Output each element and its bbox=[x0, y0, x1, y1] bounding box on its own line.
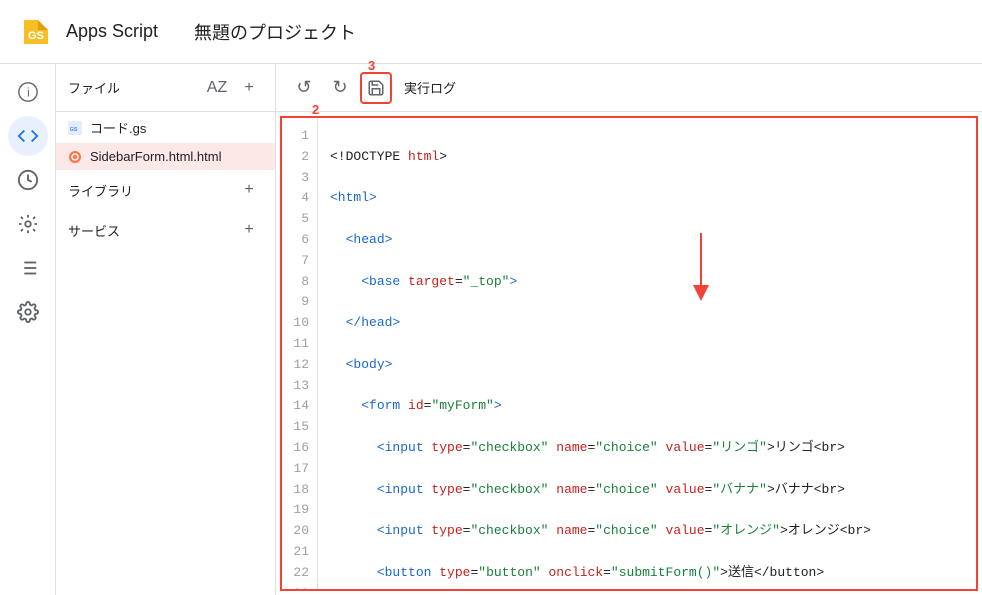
apps-script-logo-icon: GS bbox=[16, 12, 56, 52]
library-label: ライブラリ bbox=[68, 181, 133, 200]
file-panel: ファイル AZ + GS コード.gs SidebarForm.html.htm… bbox=[56, 64, 276, 595]
add-file-button[interactable]: + bbox=[235, 74, 263, 102]
badge-3-annotation: 3 bbox=[368, 58, 375, 73]
save-button-wrapper: 3 bbox=[360, 72, 392, 104]
file-panel-title: ファイル bbox=[68, 78, 120, 97]
services-label: サービス bbox=[68, 221, 120, 240]
project-title: 無題のプロジェクト bbox=[194, 19, 356, 45]
file-item-sidebar-form[interactable]: SidebarForm.html.html bbox=[56, 143, 275, 170]
file-panel-header: ファイル AZ + bbox=[56, 64, 275, 112]
svg-text:i: i bbox=[27, 86, 30, 100]
save-icon bbox=[367, 79, 385, 97]
file-panel-actions: AZ + bbox=[203, 74, 263, 102]
add-service-button[interactable]: + bbox=[235, 216, 263, 244]
services-section[interactable]: サービス + bbox=[56, 210, 275, 250]
code-editor[interactable]: 12345 678910 1112131415 1617181920 21222… bbox=[280, 116, 978, 591]
redo-button[interactable]: ↻ bbox=[324, 72, 356, 104]
sort-files-button[interactable]: AZ bbox=[203, 74, 231, 102]
trigger-sidebar-button[interactable] bbox=[8, 204, 48, 244]
html-file-icon bbox=[68, 150, 82, 164]
line-numbers: 12345 678910 1112131415 1617181920 21222… bbox=[282, 118, 318, 589]
save-button[interactable] bbox=[360, 72, 392, 104]
app-title: Apps Script bbox=[66, 21, 158, 42]
icon-sidebar: i bbox=[0, 64, 56, 595]
file-name-code-gs: コード.gs bbox=[90, 118, 146, 137]
run-sidebar-button[interactable] bbox=[8, 248, 48, 288]
gs-file-icon: GS bbox=[68, 121, 82, 135]
settings-sidebar-button[interactable] bbox=[8, 292, 48, 332]
code-content[interactable]: <!DOCTYPE html> <html> <head> <base targ… bbox=[318, 118, 976, 589]
app-logo: GS Apps Script bbox=[16, 12, 158, 52]
code-sidebar-button[interactable] bbox=[8, 116, 48, 156]
editor-area: 2 ↺ ↻ 3 実行ログ bbox=[276, 64, 982, 595]
app-header: GS Apps Script 無題のプロジェクト bbox=[0, 0, 982, 64]
history-sidebar-button[interactable] bbox=[8, 160, 48, 200]
editor-toolbar: 2 ↺ ↻ 3 実行ログ bbox=[276, 64, 982, 112]
run-log-button[interactable]: 実行ログ bbox=[396, 74, 464, 101]
file-item-code-gs[interactable]: GS コード.gs bbox=[56, 112, 275, 143]
add-library-button[interactable]: + bbox=[235, 176, 263, 204]
main-layout: i bbox=[0, 64, 982, 595]
library-section[interactable]: ライブラリ + bbox=[56, 170, 275, 210]
file-name-sidebar-form: SidebarForm.html.html bbox=[90, 149, 221, 164]
svg-text:GS: GS bbox=[28, 30, 44, 42]
badge-2-annotation: 2 bbox=[312, 102, 319, 117]
info-sidebar-button[interactable]: i bbox=[8, 72, 48, 112]
svg-text:GS: GS bbox=[70, 126, 78, 132]
undo-button[interactable]: ↺ bbox=[288, 72, 320, 104]
